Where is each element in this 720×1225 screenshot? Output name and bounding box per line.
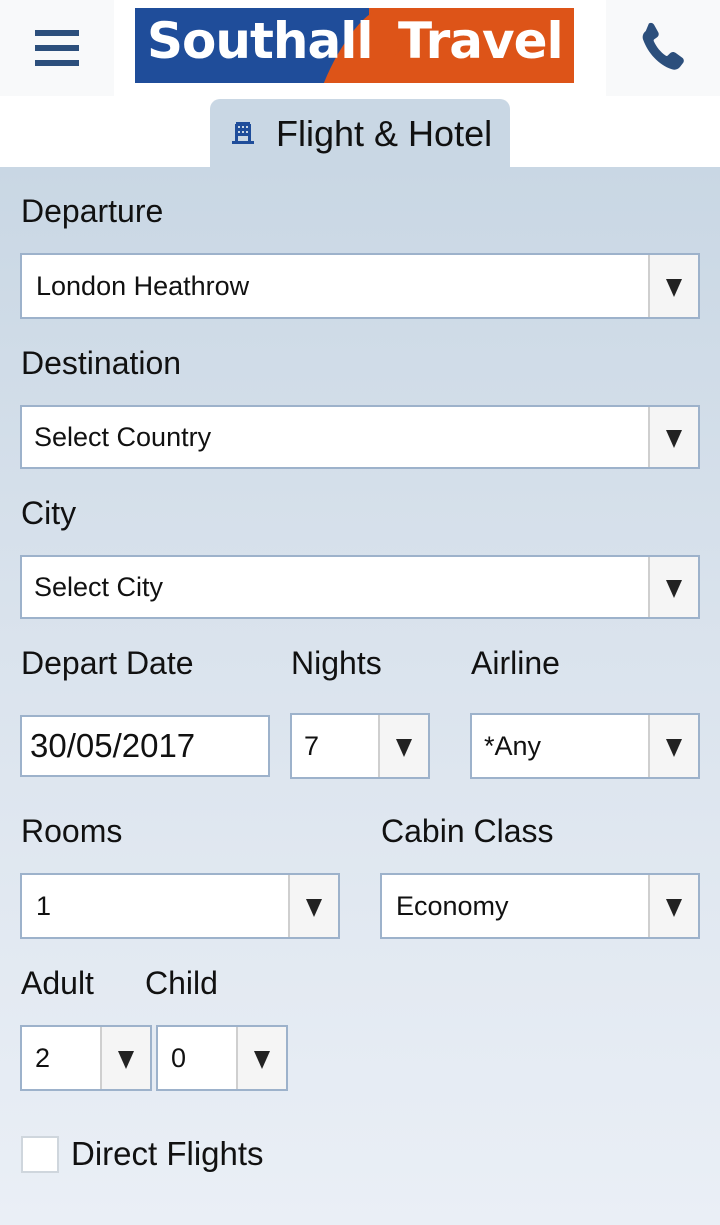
depart-date-value: 30/05/2017	[30, 727, 196, 764]
rooms-value: 1	[36, 890, 52, 921]
child-value: 0	[171, 1042, 187, 1073]
chevron-down-icon	[648, 875, 698, 937]
airline-label: Airline	[471, 645, 560, 681]
hotel-building-icon	[232, 122, 254, 144]
tab-label: Flight & Hotel	[276, 113, 493, 154]
direct-flights-checkbox[interactable]	[21, 1136, 59, 1173]
call-button[interactable]	[606, 0, 720, 96]
logo-text-southall: Southall	[147, 12, 373, 70]
city-select[interactable]: Select City	[20, 555, 700, 619]
cabin-class-label: Cabin Class	[381, 813, 554, 849]
airline-select[interactable]: *Any	[470, 713, 700, 779]
airline-value: *Any	[484, 730, 542, 761]
city-value: Select City	[34, 571, 164, 602]
destination-value: Select Country	[34, 421, 212, 452]
departure-select[interactable]: London Heathrow	[20, 253, 700, 319]
cabin-class-value: Economy	[396, 890, 509, 921]
chevron-down-icon	[288, 875, 338, 937]
cabin-class-select[interactable]: Economy	[380, 873, 700, 939]
header: Southall Travel	[0, 0, 720, 96]
logo-text-travel: Travel	[398, 12, 564, 70]
chevron-down-icon	[648, 407, 698, 467]
chevron-down-icon	[236, 1027, 286, 1089]
rooms-select[interactable]: 1	[20, 873, 340, 939]
nights-value: 7	[304, 730, 320, 761]
destination-select[interactable]: Select Country	[20, 405, 700, 469]
child-label: Child	[145, 965, 218, 1001]
depart-date-label: Depart Date	[21, 645, 194, 681]
direct-flights-label[interactable]: Direct Flights	[71, 1135, 264, 1173]
destination-label: Destination	[21, 345, 182, 381]
city-label: City	[21, 495, 77, 531]
nights-label: Nights	[291, 645, 382, 681]
southall-travel-logo[interactable]: Southall Travel	[135, 8, 574, 83]
tab-flight-hotel[interactable]: Flight & Hotel	[210, 99, 510, 169]
adult-value: 2	[35, 1042, 51, 1073]
menu-button[interactable]	[0, 0, 114, 96]
nights-select[interactable]: 7	[290, 713, 430, 779]
depart-date-input[interactable]: 30/05/2017	[20, 715, 270, 777]
rooms-label: Rooms	[21, 813, 123, 849]
chevron-down-icon	[648, 715, 698, 777]
chevron-down-icon	[100, 1027, 150, 1089]
hamburger-menu-icon	[35, 30, 79, 66]
chevron-down-icon	[648, 557, 698, 617]
departure-label: Departure	[21, 193, 164, 229]
chevron-down-icon	[648, 255, 698, 317]
adult-select[interactable]: 2	[20, 1025, 152, 1091]
child-select[interactable]: 0	[156, 1025, 288, 1091]
phone-icon	[642, 22, 684, 70]
chevron-down-icon	[378, 715, 428, 777]
departure-value: London Heathrow	[36, 270, 250, 301]
adult-label: Adult	[21, 965, 94, 1001]
